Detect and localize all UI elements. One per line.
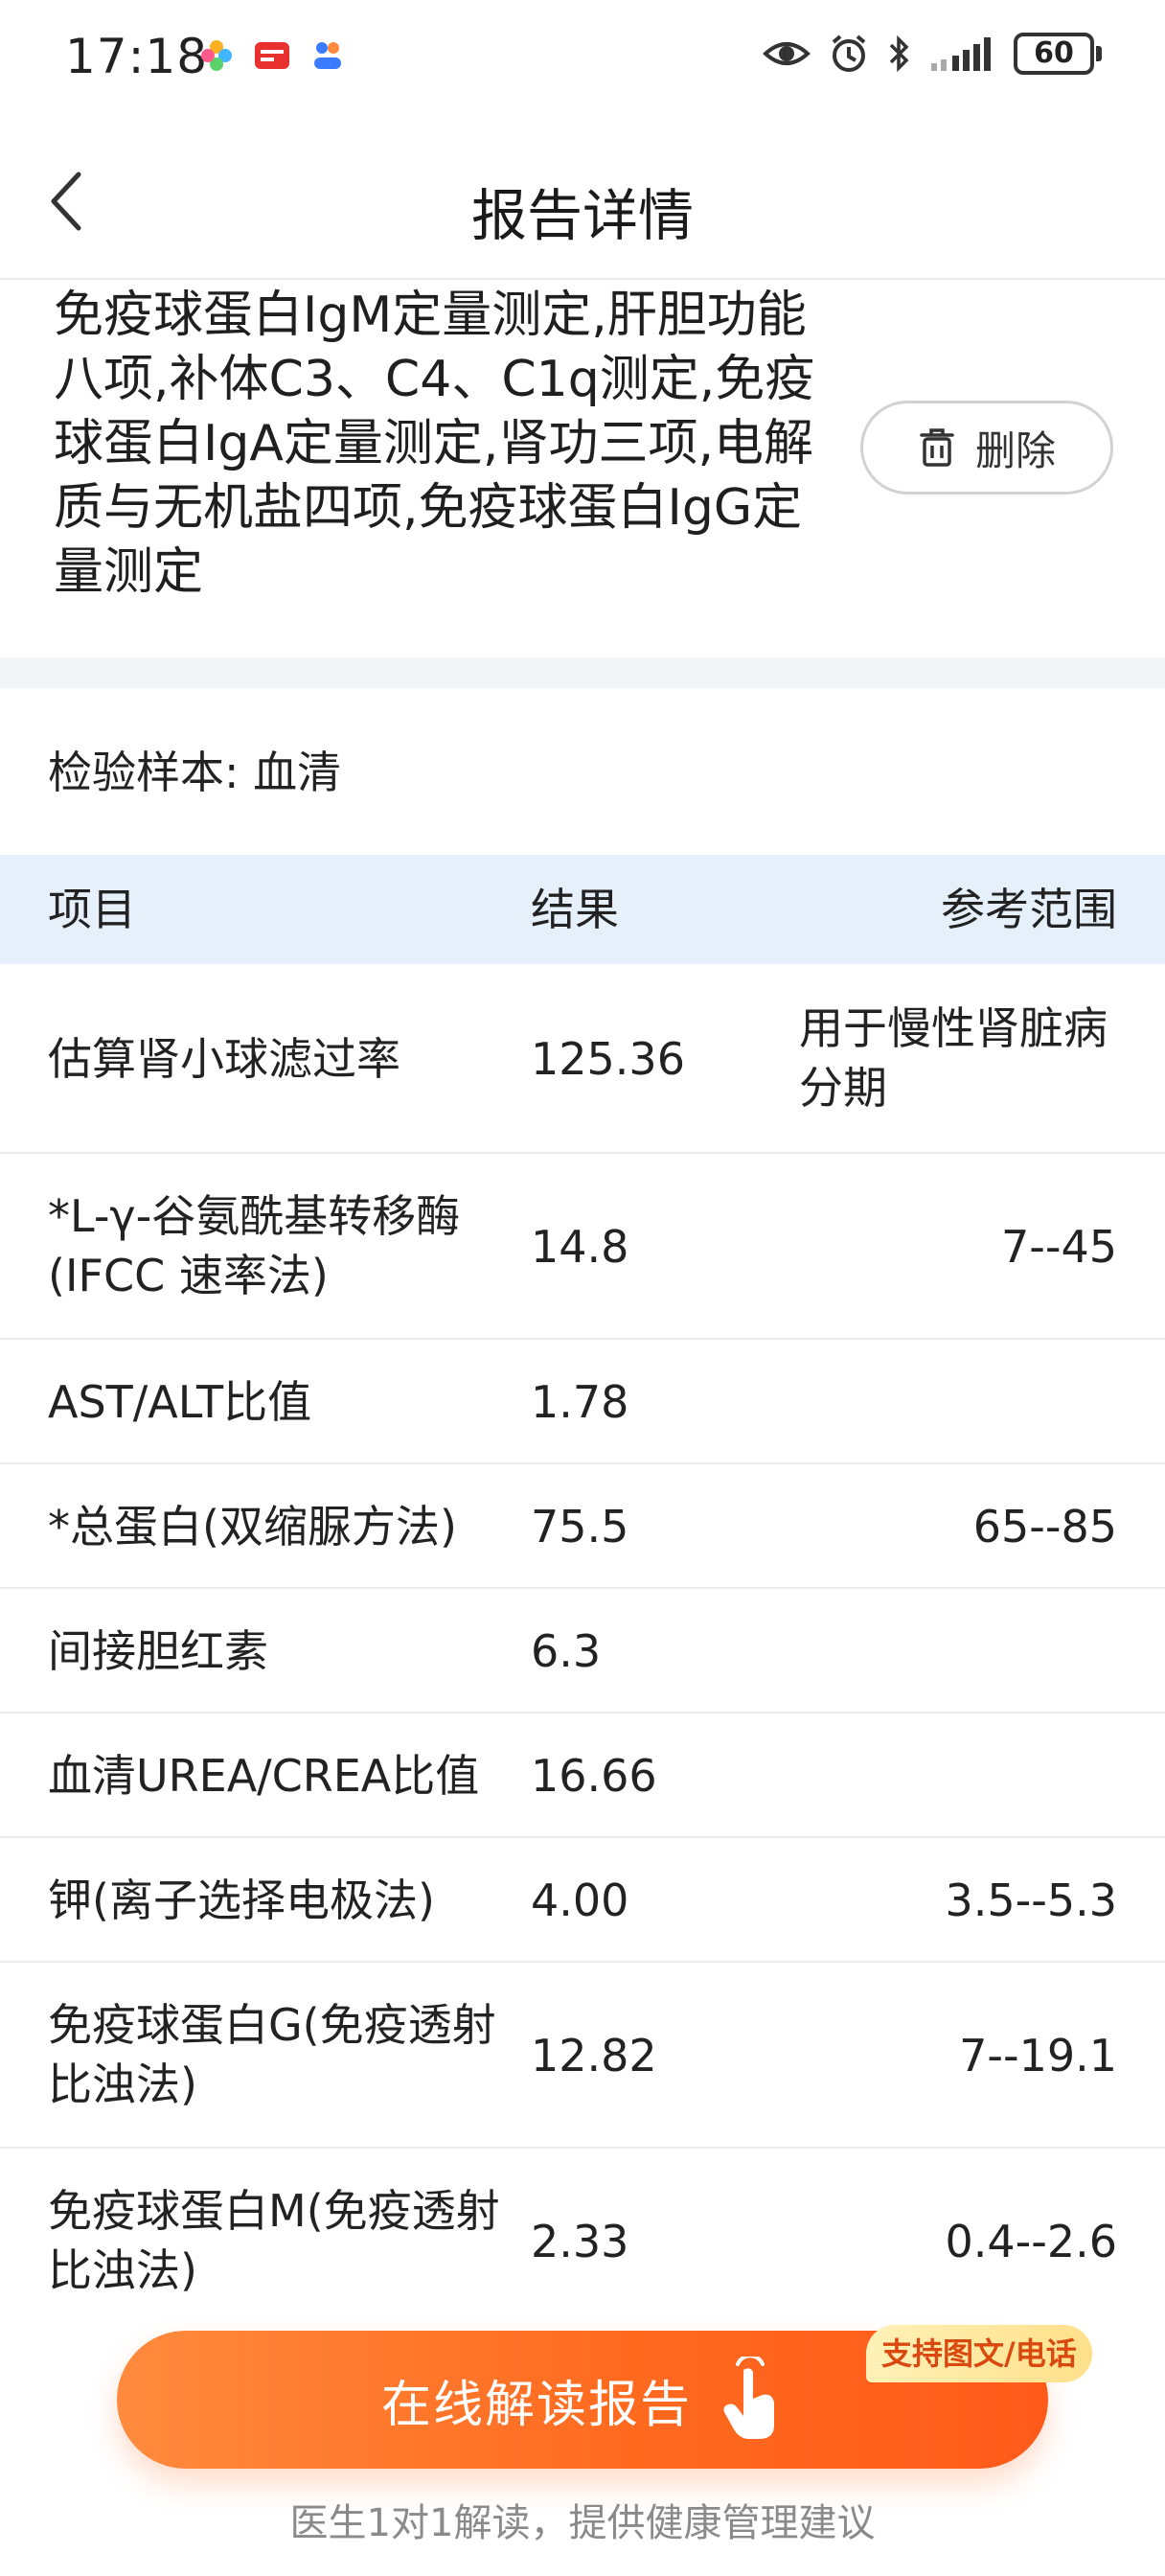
table-row: 免疫球蛋白G(免疫透射比浊法) 12.82 7--19.1 [0, 1963, 1165, 2149]
row-result: 16.66 [531, 1750, 657, 1802]
row-result: 1.78 [531, 1376, 629, 1428]
row-item: *L-γ-谷氨酰基转移酶(IFCC 速率法) [48, 1190, 461, 1301]
row-result: 6.3 [531, 1625, 602, 1677]
row-result: 75.5 [531, 1501, 629, 1552]
table-row: 钾(离子选择电极法) 4.00 3.5--5.3 [0, 1838, 1165, 1963]
row-range: 0.4--2.6 [945, 2216, 1117, 2267]
section-separator [0, 657, 1165, 688]
battery-indicator: 60 [1014, 33, 1102, 75]
column-header-item: 项目 [48, 884, 136, 935]
row-item: *总蛋白(双缩脲方法) [48, 1501, 457, 1552]
table-row: AST/ALT比值 1.78 [0, 1340, 1165, 1464]
row-range: 3.5--5.3 [945, 1874, 1117, 1926]
row-item: AST/ALT比值 [48, 1376, 312, 1428]
table-header: 项目 结果 参考范围 [0, 855, 1165, 964]
app-header: 报告详情 [0, 134, 1165, 278]
table-row: *总蛋白(双缩脲方法) 75.5 65--85 [0, 1464, 1165, 1589]
row-range: 用于慢性肾脏病分期 [799, 1002, 1108, 1114]
results-table: 估算肾小球滤过率 125.36 用于慢性肾脏病分期 *L-γ-谷氨酰基转移酶(I… [0, 964, 1165, 2334]
row-item: 免疫球蛋白G(免疫透射比浊法) [48, 1999, 496, 2110]
status-indicators: 60 [763, 33, 1102, 75]
report-title: 免疫球蛋白IgM定量测定,肝胆功能八项,补体C3、C4、C1q测定,免疫球蛋白I… [54, 287, 815, 601]
cta-hint-text: 医生1对1解读，提供健康管理建议 [289, 2501, 876, 2545]
row-item: 血清UREA/CREA比值 [48, 1750, 480, 1802]
cta-support-badge: 支持图文/电话 [866, 2325, 1092, 2382]
row-result: 2.33 [531, 2216, 629, 2267]
row-range: 7--45 [1001, 1221, 1117, 1273]
status-app-icons [197, 36, 347, 75]
status-bar: 17:18 60 [0, 0, 1165, 115]
alarm-icon [832, 34, 866, 72]
delete-label: 删除 [974, 426, 1056, 474]
table-row: 估算肾小球滤过率 125.36 用于慢性肾脏病分期 [0, 964, 1165, 1154]
cta-label: 在线解读报告 [380, 2376, 692, 2434]
header-divider [0, 278, 1165, 280]
bottom-cta-area: 在线解读报告 支持图文/电话 医生1对1解读，提供健康管理建议 [0, 2304, 1165, 2576]
row-item: 估算肾小球滤过率 [48, 1033, 400, 1085]
sample-value: 血清 [253, 747, 342, 798]
column-header-result: 结果 [531, 884, 619, 935]
sample-label: 检验样本: [48, 747, 240, 798]
page-title: 报告详情 [470, 183, 694, 248]
row-result: 125.36 [531, 1033, 685, 1085]
table-row: 间接胆红素 6.3 [0, 1589, 1165, 1714]
table-row: 血清UREA/CREA比值 16.66 [0, 1714, 1165, 1838]
row-item: 间接胆红素 [48, 1625, 268, 1677]
row-result: 14.8 [531, 1221, 629, 1273]
signal-icon [931, 37, 991, 71]
row-item: 钾(离子选择电极法) [48, 1874, 435, 1926]
column-header-range: 参考范围 [941, 884, 1117, 935]
status-time: 17:18 [65, 29, 209, 84]
trash-icon [920, 428, 954, 467]
row-result: 12.82 [531, 2030, 657, 2082]
row-item: 免疫球蛋白M(免疫透射比浊法) [48, 2185, 500, 2296]
delete-button[interactable]: 删除 [860, 401, 1113, 494]
table-row: *L-γ-谷氨酰基转移酶(IFCC 速率法) 14.8 7--45 [0, 1154, 1165, 1340]
tap-hand-icon [723, 2357, 774, 2439]
eye-icon [763, 42, 811, 65]
row-range: 7--19.1 [959, 2030, 1117, 2082]
health-app-icon [314, 42, 341, 69]
row-range: 65--85 [972, 1501, 1117, 1552]
row-result: 4.00 [531, 1874, 629, 1926]
bluetooth-icon [889, 34, 909, 73]
sample-info: 检验样本: 血清 [48, 738, 341, 801]
flower-app-icon [201, 40, 232, 71]
yunshanfu-app-icon [255, 42, 289, 69]
